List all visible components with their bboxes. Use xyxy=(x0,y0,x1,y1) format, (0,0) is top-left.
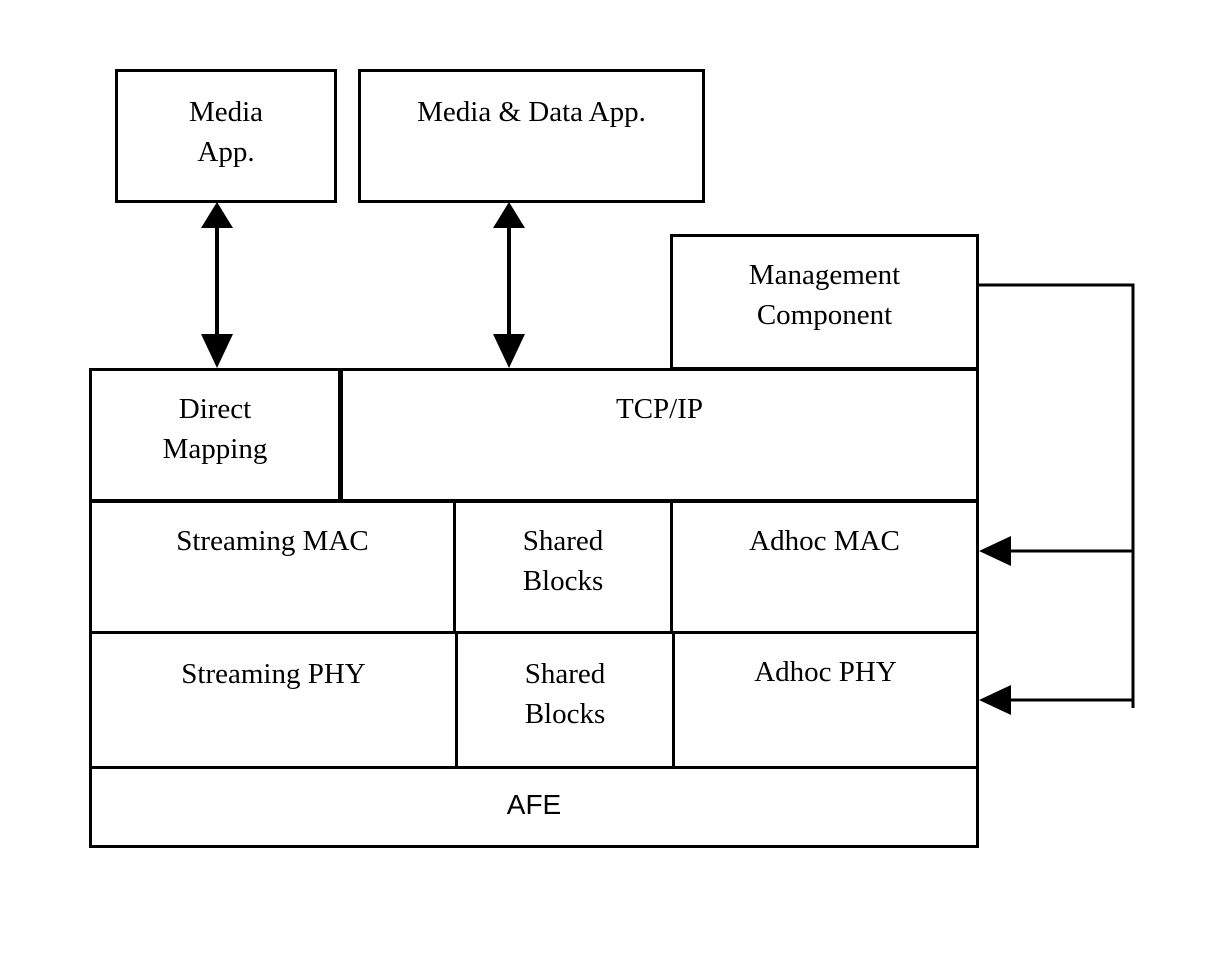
direct-mapping-block: Direct Mapping xyxy=(89,368,341,502)
shared-blocks-phy-label-2: Blocks xyxy=(524,698,606,730)
arrow-media-app-direct-mapping xyxy=(201,202,233,368)
streaming-phy-block: Streaming PHY xyxy=(89,631,458,769)
direct-mapping-label-2: Mapping xyxy=(162,433,268,465)
management-feedback-bus xyxy=(977,283,1135,715)
streaming-mac-block: Streaming MAC xyxy=(89,500,456,634)
management-component-block: Management Component xyxy=(670,234,979,370)
media-app-label-1: Media xyxy=(188,96,264,128)
tcp-ip-block: TCP/IP xyxy=(340,368,979,502)
arrowhead-up-icon xyxy=(493,202,525,228)
shared-blocks-phy-label-1: Shared xyxy=(524,658,606,690)
shared-blocks-mac-label-1: Shared xyxy=(522,525,604,557)
arrowhead-up-icon xyxy=(201,202,233,228)
bus-line xyxy=(977,283,1135,708)
media-app-label-2: App. xyxy=(197,136,255,168)
management-component-label-2: Component xyxy=(756,299,893,331)
afe-label: AFE xyxy=(506,789,562,820)
tcp-ip-label: TCP/IP xyxy=(615,393,704,425)
shared-blocks-mac-block: Shared Blocks xyxy=(453,500,673,634)
arrowhead-down-icon xyxy=(201,334,233,368)
afe-block: AFE xyxy=(89,766,979,848)
streaming-phy-label: Streaming PHY xyxy=(181,658,366,690)
management-component-label-1: Management xyxy=(748,259,901,291)
adhoc-mac-label: Adhoc MAC xyxy=(749,525,900,557)
arrowhead-down-icon xyxy=(493,334,525,368)
arrowhead-left-icon xyxy=(979,685,1011,715)
adhoc-mac-block: Adhoc MAC xyxy=(670,500,979,634)
direct-mapping-label-1: Direct xyxy=(178,393,252,425)
shared-blocks-phy-block: Shared Blocks xyxy=(455,631,675,769)
media-app-block: Media App. xyxy=(115,69,337,203)
shared-blocks-mac-label-2: Blocks xyxy=(522,565,604,597)
adhoc-phy-block: Adhoc PHY xyxy=(672,631,979,769)
arrowhead-left-icon xyxy=(979,536,1011,566)
media-data-app-label: Media & Data App. xyxy=(417,96,646,128)
adhoc-phy-label: Adhoc PHY xyxy=(754,656,897,688)
media-data-app-block: Media & Data App. xyxy=(358,69,705,203)
arrow-media-data-app-tcpip xyxy=(493,202,525,368)
streaming-mac-label: Streaming MAC xyxy=(176,525,369,557)
